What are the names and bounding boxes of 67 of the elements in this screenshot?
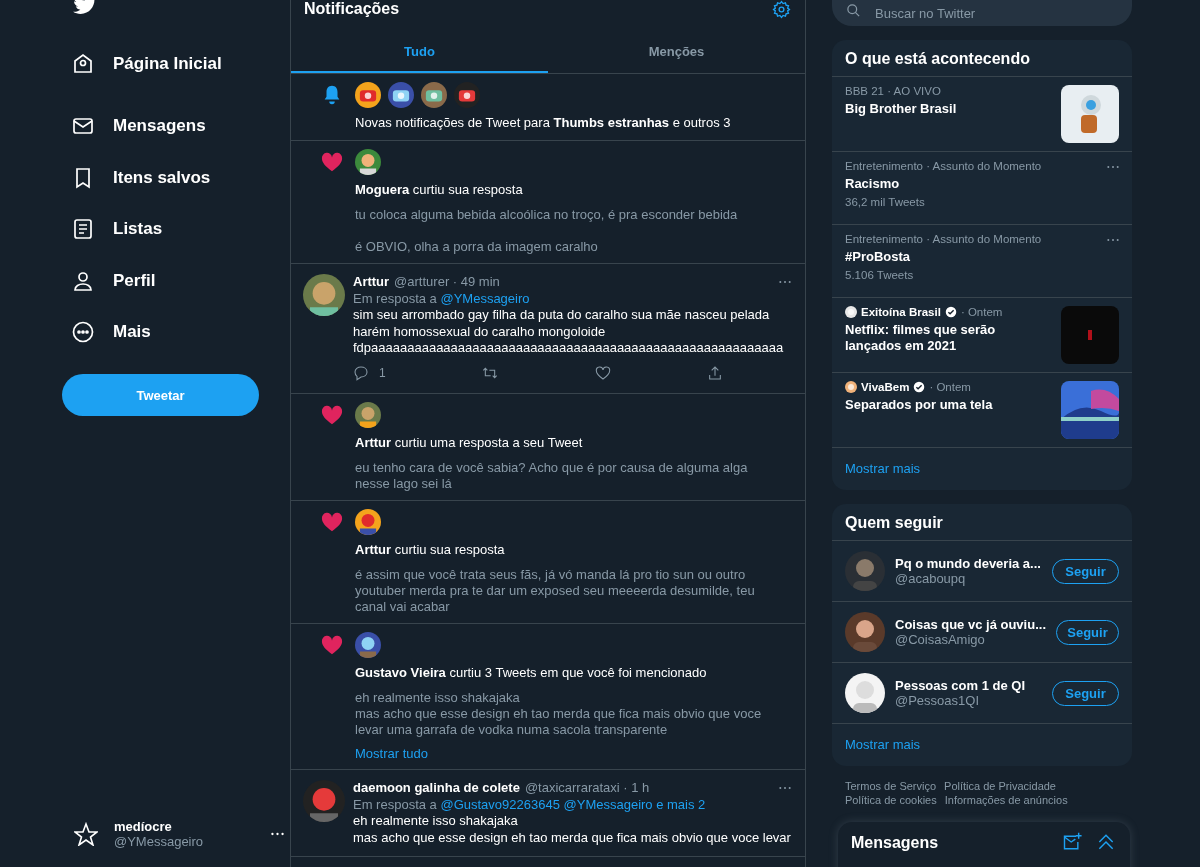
news-time: · Ontem	[929, 381, 971, 393]
trend-category: Entretenimento · Assunto do Momento	[845, 233, 1043, 245]
account-handle: @acaboupq	[895, 571, 967, 586]
tab[interactable]: Menções	[548, 31, 805, 73]
tweet-count: 36,2 mil Tweets	[845, 196, 926, 208]
mention-link[interactable]: @YMessageiro	[440, 290, 530, 306]
nav-item[interactable]: Mensagens	[62, 100, 206, 152]
quoted-tweet-text: tu coloca alguma bebida alcoólica no troço, é pra esconder bebida é OBVIO, olha a porra da imagem caralho	[355, 207, 739, 255]
author-handle: @taxicarrarataxi · 1 h	[524, 780, 651, 797]
nav-item[interactable]: Perfil	[62, 255, 156, 307]
tweet-text: sim seu arrombado gay filha da puta do caralho sua mãe nasceu pelada harém homossexual do caralho mongoloide fdpaaaaaaaaaaaaaaaaaaaaaaaaaaaaaaaaaaaaaaaaaaaaaaaaaaaaaaaaa	[353, 307, 785, 357]
source-name: VivaBem	[861, 381, 910, 393]
trend-title: Netflix: filmes que serão lançados em 2021	[845, 322, 997, 354]
footer-link[interactable]: Política de cookies	[845, 794, 937, 806]
notification-text: Gustavo Vieira curtiu 3 Tweets em que você foi mencionado	[355, 664, 708, 682]
tweet-count: 5.106 Tweets	[845, 269, 915, 281]
footer-link[interactable]: Política de Privacidade	[944, 780, 1056, 792]
trend-item[interactable]: Exitoína Brasil · Ontem Netflix: filmes que serão lançados em 2021	[832, 298, 1132, 373]
trend-title: Racismo	[845, 176, 901, 192]
trend-item[interactable]: Entretenimento · Assunto do Momento #ProBosta 5.106 Tweets	[832, 225, 1132, 298]
drawer-title: Mensagens	[851, 834, 940, 852]
show-more-link[interactable]: Mostrar mais	[832, 448, 1132, 490]
nav-item[interactable]: Página Inicial	[62, 38, 222, 90]
quoted-tweet-text: eu tenho cara de você sabia? Acho que é por causa de alguma alga nesse lago sei lá	[355, 460, 749, 492]
trend-category: BBB 21 · AO VIVO	[845, 85, 942, 97]
tweet-text: eh realmente isso shakajaka mas acho que esse design eh tao merda que fica mais obvio que voce levar	[353, 813, 792, 846]
notification-text: Moguera curtiu sua resposta	[355, 181, 524, 199]
trend-item[interactable]: BBB 21 · AO VIVO Big Brother Brasil	[832, 77, 1132, 152]
nav-item[interactable]: Listas	[62, 203, 163, 255]
page-title: Notificações	[304, 0, 400, 18]
tab[interactable]: Tudo	[291, 31, 548, 73]
quoted-tweet-text: eh realmente isso shakajaka mas acho que esse design eh tao merda que fica mais obvio que voce levar uma garrafa de vodka numa sacola transparente	[355, 690, 763, 738]
author-name[interactable]: Arttur	[353, 274, 390, 291]
footer-link[interactable]: Termos de Serviço	[845, 780, 937, 792]
account-name[interactable]: Pq o mundo deveria a...	[895, 556, 1042, 571]
source-name: Exitoína Brasil	[861, 306, 941, 318]
show-more-link[interactable]: Mostrar mais	[832, 724, 1132, 766]
trend-title: #ProBosta	[845, 249, 912, 265]
account-name: medíocre	[114, 819, 173, 834]
news-time: · Ontem	[960, 306, 1003, 318]
account-name[interactable]: Coisas que vc já ouviu...	[895, 617, 1046, 632]
account-handle: @YMessageiro	[114, 834, 205, 849]
reply-label: Em resposta a	[353, 290, 437, 306]
trend-title: Big Brother Brasil	[845, 101, 958, 117]
quoted-tweet-text: é assim que você trata seus fãs, já vó manda lá pro tio sun ou outro youtuber merda pra te dar um exposed seu meeeerda desumilde, teu canal vai acabar	[355, 567, 756, 615]
notification-text: Arttur curtiu sua resposta	[355, 541, 506, 559]
footer-link[interactable]: Informações de anúncios	[944, 794, 1068, 806]
account-handle: @Pessoas1QI	[895, 693, 980, 708]
section-title: O que está acontecendo	[832, 40, 1132, 77]
notification-text: Arttur curtiu uma resposta a seu Tweet	[355, 434, 584, 452]
nav-item[interactable]: Itens salvos	[62, 152, 211, 204]
reply-count: 1	[379, 364, 386, 381]
account-handle: @CoisasAmigo	[895, 632, 986, 647]
trend-category: Entretenimento · Assunto do Momento	[845, 160, 1043, 172]
trend-item[interactable]: Entretenimento · Assunto do Momento Racismo 36,2 mil Tweets	[832, 152, 1132, 225]
trend-item[interactable]: VivaBem · Ontem Separados por uma tela	[832, 373, 1132, 448]
notification-text: Novas notificações de Tweet para Thumbs estranhas e outros 3	[355, 114, 732, 132]
author-handle: @artturer · 49 min	[394, 274, 501, 291]
mention-link[interactable]: @Gustavo92263645 @YMessageiro e mais 2	[440, 796, 706, 812]
search-field[interactable]: Buscar no Twitter	[832, 0, 1132, 26]
reply-label: Em resposta a	[353, 796, 437, 812]
section-title: Quem seguir	[832, 504, 1132, 541]
account-name[interactable]: Pessoas com 1 de QI	[895, 678, 1042, 693]
show-all-link[interactable]: Mostrar tudo	[355, 746, 428, 761]
nav-item[interactable]: Mais	[62, 306, 151, 358]
author-name[interactable]: daemoon galinha de colete	[353, 780, 520, 797]
trend-title: Separados por uma tela	[845, 397, 994, 413]
